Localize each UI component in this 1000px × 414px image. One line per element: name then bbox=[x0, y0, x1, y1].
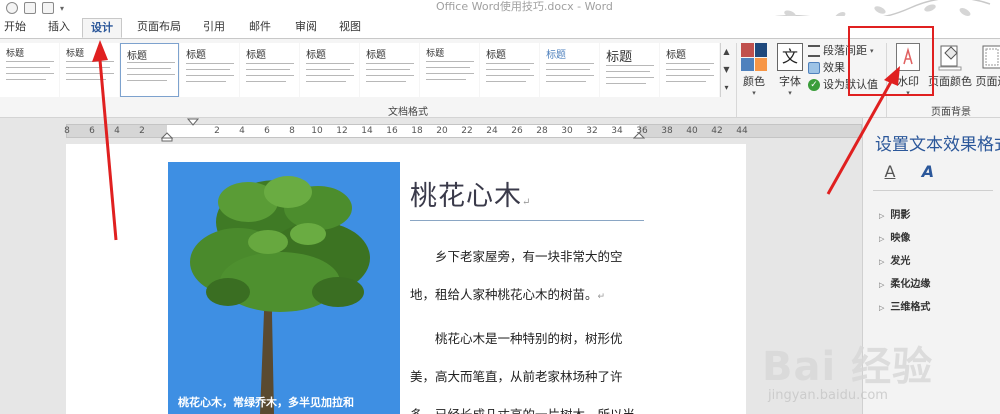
section-3d-format[interactable]: ▷ 三维格式 bbox=[879, 298, 930, 313]
style-set-thumb[interactable]: 标题 bbox=[60, 43, 119, 97]
style-set-thumb[interactable]: 标题 bbox=[420, 43, 480, 97]
undo-icon[interactable] bbox=[6, 2, 18, 14]
colors-label: 颜色 bbox=[743, 75, 765, 88]
pane-title: 设置文本效果格式 bbox=[875, 135, 1000, 155]
heading-underline bbox=[410, 220, 644, 221]
text-fill-outline-tab[interactable]: A bbox=[879, 162, 901, 181]
gallery-up-icon[interactable]: ▲ bbox=[721, 43, 732, 61]
style-set-thumb[interactable]: 标题 bbox=[0, 43, 59, 97]
gallery-down-icon[interactable]: ▼ bbox=[721, 61, 732, 79]
page-borders-icon bbox=[979, 43, 1000, 71]
group-label-page-background: 页面背景 bbox=[931, 107, 971, 118]
style-set-thumb[interactable]: 标题 bbox=[540, 43, 600, 97]
tab-references[interactable]: 引用 bbox=[198, 18, 230, 38]
style-set-thumb[interactable]: 标题 bbox=[360, 43, 420, 97]
text-effects-icon: A bbox=[921, 162, 935, 181]
colors-icon bbox=[741, 43, 767, 71]
image-caption: 桃花心木，常绿乔木，多半见加拉和 bbox=[178, 396, 354, 409]
text-fill-icon: A bbox=[884, 162, 896, 181]
style-set-thumb[interactable]: 标题 bbox=[180, 43, 240, 97]
paragraph-2[interactable]: 桃花心木是一种特别的树，树形优 美，高大而笔直，从前老家林场种了许 多，已经长成… bbox=[410, 320, 650, 414]
gallery-more-icon[interactable]: ▾ bbox=[721, 79, 732, 97]
horizontal-ruler[interactable]: 8 6 4 2 2 4 6 8 10 12 14 16 18 20 22 24 … bbox=[64, 118, 862, 142]
left-indent-marker-icon[interactable] bbox=[161, 122, 173, 142]
annotation-highlight-box bbox=[848, 26, 934, 96]
expand-arrow-icon: ▷ bbox=[879, 304, 885, 312]
section-shadow[interactable]: ▷ 阴影 bbox=[879, 206, 910, 221]
group-label-document-format: 文档格式 bbox=[388, 107, 428, 118]
document-canvas: 桃花心木，常绿乔木，多半见加拉和 桃花心木↵ 乡下老家屋旁，有一块非常大的空 地… bbox=[0, 142, 862, 414]
style-set-thumb[interactable]: 标题 bbox=[660, 43, 720, 97]
right-indent-marker-icon[interactable] bbox=[633, 130, 645, 140]
fonts-icon: 文 bbox=[777, 43, 803, 71]
tab-insert[interactable]: 插入 bbox=[42, 18, 76, 38]
text-effects-tab[interactable]: A bbox=[917, 162, 939, 181]
page-color-icon bbox=[937, 43, 963, 71]
page-color-label: 页面颜色 bbox=[928, 75, 972, 88]
document-heading[interactable]: 桃花心木↵ bbox=[410, 174, 531, 213]
tab-page-layout[interactable]: 页面布局 bbox=[130, 18, 188, 38]
checkmark-icon: ✓ bbox=[808, 79, 820, 91]
print-preview-icon[interactable] bbox=[24, 2, 36, 14]
window-title: Office Word使用技巧.docx - Word bbox=[436, 0, 613, 13]
first-line-indent-marker-icon[interactable] bbox=[187, 118, 199, 128]
tab-mailings[interactable]: 邮件 bbox=[244, 18, 276, 38]
expand-arrow-icon: ▷ bbox=[879, 212, 885, 220]
quick-access-toolbar: ▾ bbox=[6, 0, 64, 16]
style-set-thumb[interactable]: 标题 bbox=[600, 43, 660, 97]
save-icon[interactable] bbox=[42, 2, 54, 14]
colors-dropdown-icon: ▾ bbox=[752, 89, 756, 97]
effects-label: 效果 bbox=[823, 61, 845, 74]
fonts-button[interactable]: 文 字体 ▾ bbox=[774, 43, 806, 97]
tree-image[interactable]: 桃花心木，常绿乔木，多半见加拉和 bbox=[168, 162, 400, 414]
tree-illustration-icon bbox=[190, 176, 370, 414]
style-set-thumb[interactable]: 标题 bbox=[240, 43, 300, 97]
tab-design[interactable]: 设计 bbox=[82, 18, 122, 38]
paragraph-1[interactable]: 乡下老家屋旁，有一块非常大的空 地，租给人家种桃花心木的树苗。↵ bbox=[410, 238, 650, 316]
gallery-scroll: ▲ ▼ ▾ bbox=[720, 43, 732, 97]
expand-arrow-icon: ▷ bbox=[879, 281, 885, 289]
style-set-thumb[interactable]: 标题 bbox=[300, 43, 360, 97]
page-color-button[interactable]: 页面颜色 bbox=[928, 43, 972, 89]
document-format-gallery: 标题 标题 标题 标题 标题 标题 标题 标题 标题 标题 标题 标题 bbox=[0, 43, 720, 99]
tab-view[interactable]: 视图 bbox=[334, 18, 366, 38]
fonts-label: 字体 bbox=[779, 75, 801, 88]
tab-home[interactable]: 开始 bbox=[0, 18, 30, 38]
group-divider bbox=[736, 43, 737, 117]
pane-divider bbox=[873, 190, 993, 191]
page-borders-label: 页面边 bbox=[975, 75, 1000, 88]
style-set-thumb-selected[interactable]: 标题 bbox=[120, 43, 180, 97]
section-reflection[interactable]: ▷ 映像 bbox=[879, 229, 910, 244]
section-soft-edges[interactable]: ▷ 柔化边缘 bbox=[879, 275, 930, 290]
expand-arrow-icon: ▷ bbox=[879, 258, 885, 266]
tab-review[interactable]: 审阅 bbox=[290, 18, 322, 38]
site-watermark: Bai 经验 jingyan.baidu.com bbox=[762, 344, 934, 403]
expand-arrow-icon: ▷ bbox=[879, 235, 885, 243]
ruler-bar: 8 6 4 2 2 4 6 8 10 12 14 16 18 20 22 24 … bbox=[0, 118, 862, 142]
fonts-dropdown-icon: ▾ bbox=[788, 89, 792, 97]
page-borders-button[interactable]: 页面边 bbox=[972, 43, 1000, 89]
effects-icon bbox=[808, 62, 820, 74]
document-page[interactable]: 桃花心木，常绿乔木，多半见加拉和 桃花心木↵ 乡下老家屋旁，有一块非常大的空 地… bbox=[66, 144, 746, 414]
title-bar: ▾ Office Word使用技巧.docx - Word bbox=[0, 0, 1000, 31]
style-set-thumb[interactable]: 标题 bbox=[480, 43, 540, 97]
pane-tabs: A A bbox=[879, 162, 939, 181]
customize-toolbar-icon[interactable]: ▾ bbox=[60, 4, 64, 13]
section-glow[interactable]: ▷ 发光 bbox=[879, 252, 910, 267]
paragraph-spacing-icon bbox=[808, 45, 820, 57]
colors-button[interactable]: 颜色 ▾ bbox=[738, 43, 770, 97]
